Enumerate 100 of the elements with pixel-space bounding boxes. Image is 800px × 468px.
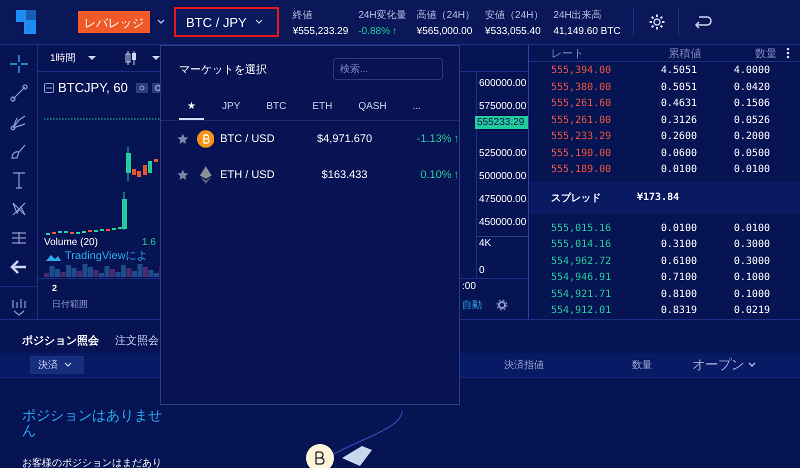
- column-header: オープン: [692, 356, 744, 374]
- positions-tab[interactable]: ポジション照会: [22, 329, 99, 351]
- stat-label: 終値: [292, 8, 314, 22]
- star-icon: [177, 133, 189, 145]
- trend-line-icon[interactable]: [8, 83, 28, 103]
- caret-icon[interactable]: [157, 19, 165, 25]
- volume-tick: 4K: [478, 237, 492, 251]
- star-icon: [177, 169, 189, 181]
- pair-selector-button[interactable]: BTC / JPY: [174, 7, 279, 37]
- column-sort-dropdown[interactable]: オープン: [692, 356, 760, 374]
- stat-label: 高値（24H）: [416, 8, 476, 22]
- rate-cell-text: 555,014.16: [551, 239, 612, 250]
- market-tab[interactable]: QASH: [350, 94, 395, 120]
- search-field[interactable]: 検索...: [333, 58, 443, 80]
- auto-scale-button[interactable]: 自動: [462, 298, 482, 312]
- market-tab[interactable]: JPY: [214, 94, 248, 120]
- rate-cell-text: 555,233.29: [551, 131, 612, 142]
- eye-icon[interactable]: [136, 82, 148, 92]
- amount-cell-text: 0.1000: [732, 288, 770, 300]
- more-options-icon[interactable]: [786, 47, 790, 60]
- amount-cell-text: 0.0100: [732, 222, 770, 234]
- market-tab[interactable]: ETH: [304, 94, 340, 120]
- amount-cell-text: 0.0526: [732, 114, 770, 126]
- stat-value: 41,149.60 BTC: [553, 26, 621, 36]
- date-range-value: 2: [52, 283, 58, 293]
- crosshair-icon[interactable]: [8, 54, 28, 74]
- rate-cell-text: 554,962.72: [551, 256, 612, 267]
- date-range-label: 日付範囲: [52, 298, 88, 311]
- column-header: 決済指値: [504, 358, 544, 373]
- last-price-tag: 555233.29: [475, 116, 528, 129]
- stat-value: -0.88%: [358, 26, 390, 36]
- candle: [154, 159, 158, 162]
- caret-icon[interactable]: [152, 55, 160, 61]
- total-cell-text: 0.6100: [660, 256, 697, 267]
- total-cell-text: 4.5051: [660, 65, 697, 76]
- interval-dropdown[interactable]: 1時間: [50, 51, 100, 65]
- market-price: $4,971.670: [316, 133, 374, 145]
- rate-cell-text: 555,015.16: [551, 222, 612, 234]
- collapse-legend-icon[interactable]: [44, 82, 54, 92]
- trend-arrow: ↑: [454, 169, 460, 181]
- market-tab[interactable]: ★: [179, 94, 204, 120]
- price-tick: 600000.00: [478, 77, 528, 91]
- rate-cell-text: 554,946.91: [551, 272, 612, 284]
- market-pair: ETH / USD: [220, 169, 276, 181]
- column-header: 数量: [754, 46, 777, 61]
- total-cell-text: 0.8319: [660, 305, 697, 316]
- amount-cell-text: 0.0100: [732, 164, 770, 176]
- positions-tab[interactable]: 注文照会: [115, 329, 159, 351]
- price-change: 0.10%: [419, 169, 452, 181]
- candlestick-icon[interactable]: [124, 50, 138, 66]
- amount-cell-text: 0.1000: [732, 272, 770, 284]
- market-tab[interactable]: BTC: [258, 94, 294, 120]
- total-cell-text: 0.0100: [660, 164, 697, 176]
- filter-label: 決済: [38, 358, 58, 372]
- total-cell-text: 0.4631: [660, 98, 697, 110]
- pair-label: BTC / JPY: [186, 14, 247, 30]
- amount-cell-text: 4.0000: [732, 65, 770, 76]
- settle-filter-dropdown[interactable]: 決済: [30, 356, 84, 374]
- branding-text: TradingViewによ: [65, 249, 148, 263]
- stat-label: 安値（24H）: [485, 8, 544, 22]
- market-tab[interactable]: ...: [404, 94, 429, 120]
- settings-icon[interactable]: [648, 13, 666, 31]
- market-pair: BTC / USD: [220, 133, 276, 145]
- volume-tick: 0: [478, 264, 486, 278]
- amount-cell-text: 0.2000: [732, 131, 770, 142]
- amount-cell-text: 0.0500: [732, 148, 770, 159]
- amount-cell-text: 0.1506: [732, 98, 770, 110]
- settings-icon[interactable]: [496, 299, 508, 311]
- rate-cell-text: 554,921.71: [551, 288, 612, 300]
- rate-cell-text: 555,190.00: [551, 148, 612, 159]
- volume-label: Volume (20): [44, 237, 98, 248]
- total-cell-text: 0.3100: [660, 239, 697, 250]
- caret-icon: [254, 19, 263, 25]
- trend-arrow: ↑: [392, 26, 397, 36]
- market-price: $163.433: [320, 169, 369, 181]
- column-header: 数量: [632, 359, 652, 373]
- market-row[interactable]: ETH / USD $163.433 0.10% ↑: [161, 157, 459, 193]
- total-cell-text: 0.0600: [660, 148, 697, 159]
- return-arrow-icon[interactable]: [692, 14, 713, 30]
- caret-icon: [88, 55, 96, 61]
- time-label: :00: [462, 281, 476, 292]
- rate-cell-text: 555,394.00: [551, 65, 612, 76]
- spread-value: ¥173.84: [637, 192, 680, 204]
- rate-cell-text: 555,261.00: [551, 114, 612, 126]
- price-tick: 500000.00: [478, 170, 528, 184]
- stat-value: ¥533,055.40: [485, 26, 541, 36]
- market-row[interactable]: BTC / USD $4,971.670 -1.13% ↑: [161, 121, 459, 157]
- total-cell-text: 0.3126: [660, 114, 697, 126]
- stat-value: ¥555,233.29: [292, 26, 348, 36]
- price-tick: 575000.00: [478, 100, 528, 114]
- total-cell-text: 0.5051: [660, 82, 697, 93]
- empty-state-text: お客様のポジションはまだあり: [22, 456, 163, 468]
- rate-cell-text: 555,189.00: [551, 164, 612, 176]
- total-cell-text: 0.7100: [660, 272, 697, 284]
- stat-value: ¥565,000.00: [416, 26, 472, 36]
- chart-symbol: BTCJPY, 60: [58, 80, 128, 95]
- rate-cell-text: 555,261.60: [551, 98, 612, 110]
- price-tick: 525000.00: [478, 147, 528, 161]
- spread-label: スプレッド: [551, 191, 602, 205]
- column-header: 累積値: [668, 46, 702, 61]
